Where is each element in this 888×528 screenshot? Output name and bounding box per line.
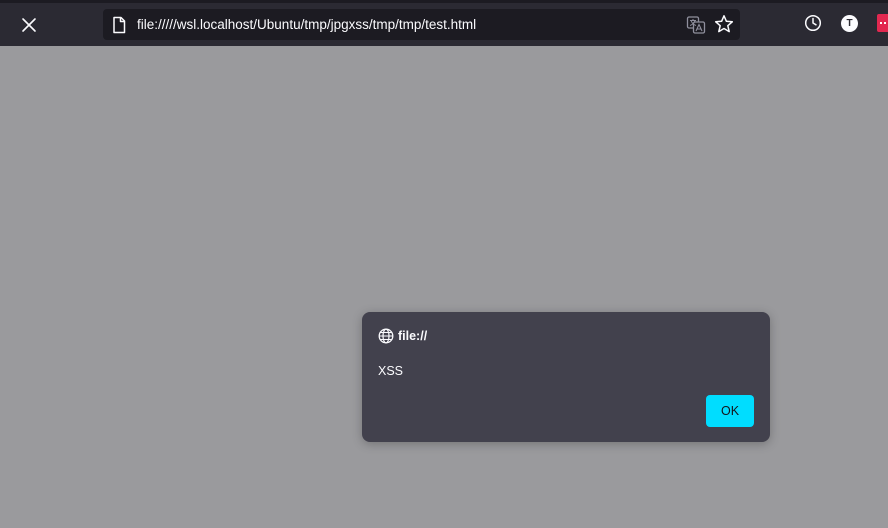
alert-dialog: file:// XSS OK (362, 312, 770, 442)
extension-icon[interactable] (877, 14, 888, 32)
history-icon[interactable] (804, 14, 822, 32)
dialog-message: XSS (378, 364, 404, 378)
account-avatar[interactable]: T (841, 15, 858, 32)
translate-icon[interactable] (686, 15, 706, 35)
browser-toolbar: file://///wsl.localhost/Ubuntu/tmp/jpgxs… (0, 0, 888, 46)
address-bar[interactable]: file://///wsl.localhost/Ubuntu/tmp/jpgxs… (103, 9, 740, 40)
close-button[interactable] (14, 11, 44, 39)
close-icon (22, 18, 36, 32)
page-icon (113, 16, 126, 34)
tab-strip (0, 0, 888, 3)
star-icon[interactable] (714, 14, 734, 34)
dialog-origin: file:// (398, 329, 428, 343)
globe-icon (378, 328, 394, 344)
url-text[interactable]: file://///wsl.localhost/Ubuntu/tmp/jpgxs… (137, 9, 476, 40)
ok-button[interactable]: OK (706, 395, 754, 427)
